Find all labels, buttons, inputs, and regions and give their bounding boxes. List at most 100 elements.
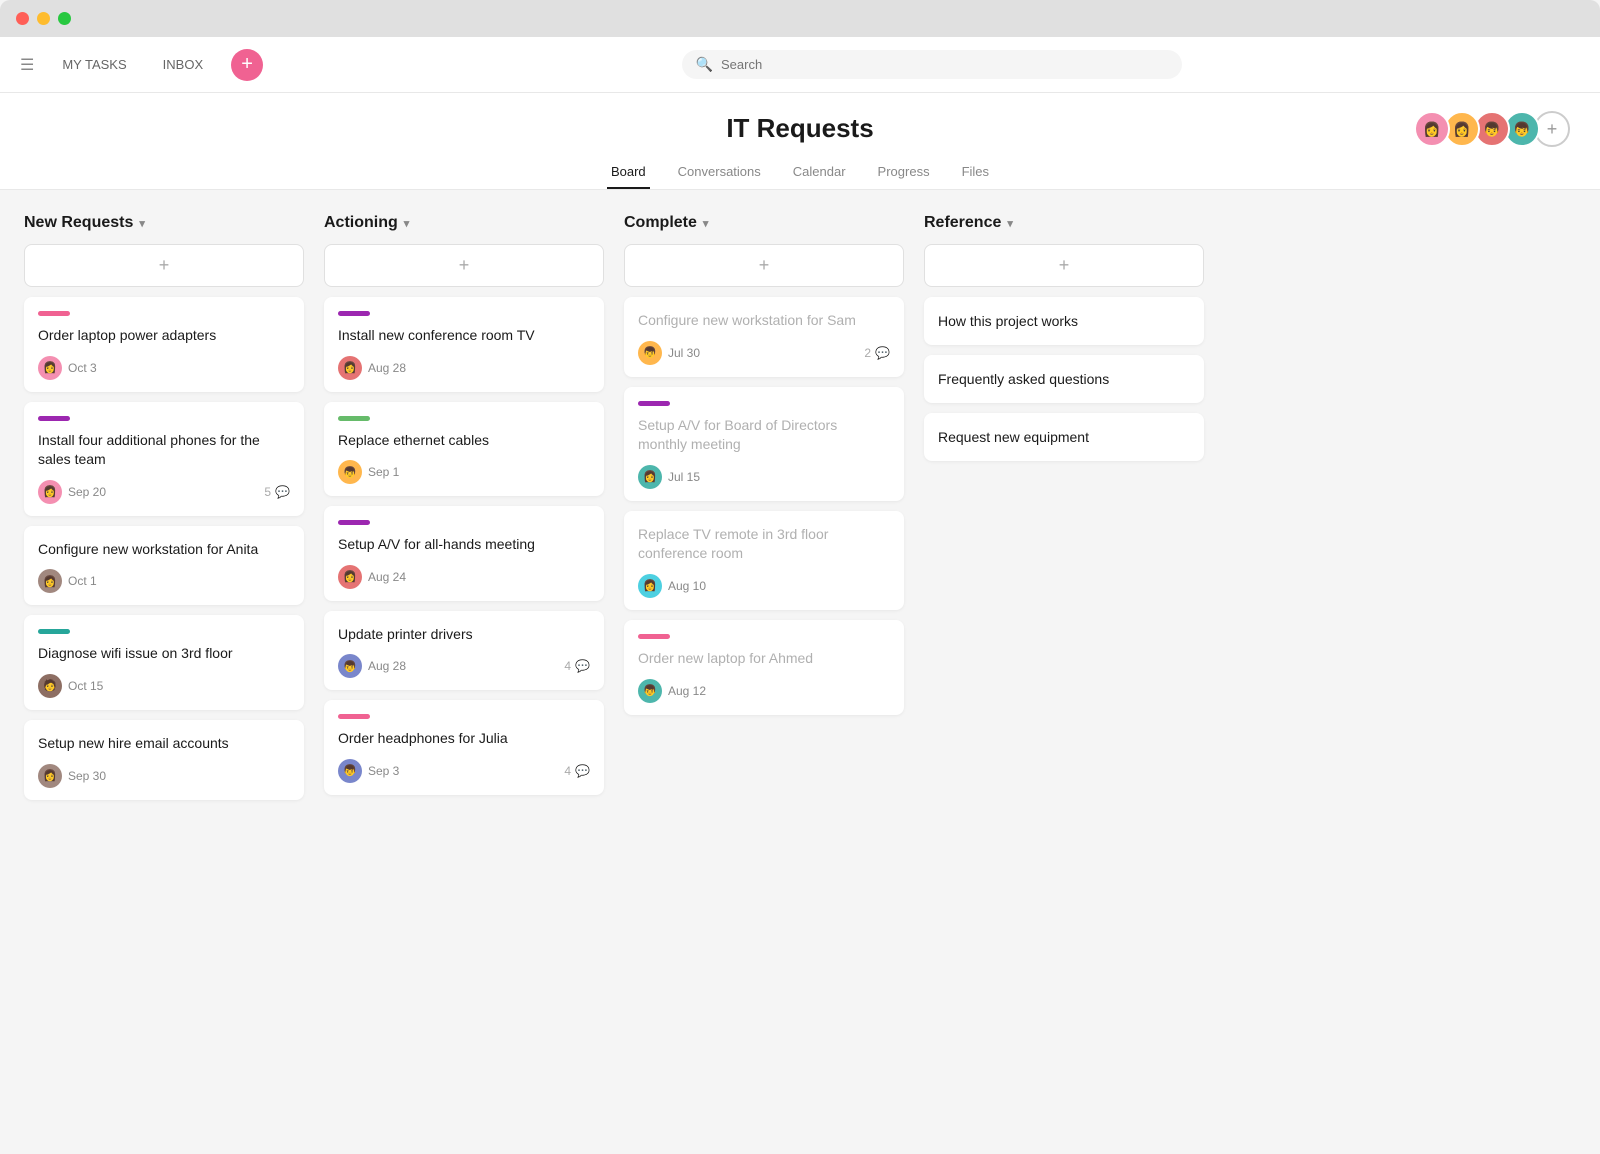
card-assignee: 👩 Aug 28 [338,356,406,380]
card-accent [338,311,370,316]
card-tv-remote[interactable]: Replace TV remote in 3rd floor conferenc… [624,511,904,610]
card-title: Install new conference room TV [338,326,590,346]
card-meta: 🧑 Oct 15 [38,674,290,698]
tab-progress[interactable]: Progress [874,156,934,189]
column-header-new-requests: New Requests ▾ [24,214,304,232]
comment-icon: 💬 [275,485,290,499]
card-comments: 2 💬 [864,346,890,360]
comment-icon: 💬 [875,346,890,360]
ref-card-title: How this project works [938,313,1190,329]
card-conference-tv[interactable]: Install new conference room TV 👩 Aug 28 [324,297,604,392]
avatar: 👩 [38,764,62,788]
card-meta: 👩 Sep 20 5 💬 [38,480,290,504]
tab-conversations[interactable]: Conversations [674,156,765,189]
add-task-button-reference[interactable]: + [924,244,1204,287]
add-button[interactable]: + [231,49,263,81]
avatar: 👩 [338,356,362,380]
card-date: Sep 3 [368,764,399,778]
card-assignee: 👦 Aug 28 [338,654,406,678]
card-printer-drivers[interactable]: Update printer drivers 👦 Aug 28 4 💬 [324,611,604,691]
card-date: Oct 15 [68,679,103,693]
ref-card-title: Request new equipment [938,429,1190,445]
card-meta: 👦 Sep 1 [338,460,590,484]
card-date: Aug 28 [368,361,406,375]
card-ethernet-cables[interactable]: Replace ethernet cables 👦 Sep 1 [324,402,604,497]
card-accent [338,520,370,525]
card-workstation-anita[interactable]: Configure new workstation for Anita 👩 Oc… [24,526,304,606]
card-comments: 4 💬 [564,764,590,778]
add-task-button-new-requests[interactable]: + [24,244,304,287]
card-meta: 👦 Sep 3 4 💬 [338,759,590,783]
card-title: Configure new workstation for Sam [638,311,890,331]
avatar: 👩 [38,480,62,504]
card-title: Configure new workstation for Anita [38,540,290,560]
avatar: 👦 [338,460,362,484]
window-chrome [0,0,1600,37]
avatar: 👦 [638,679,662,703]
avatar: 👦 [638,341,662,365]
add-task-button-complete[interactable]: + [624,244,904,287]
card-title: Replace TV remote in 3rd floor conferenc… [638,525,890,564]
avatar: 👦 [338,759,362,783]
card-accent [638,401,670,406]
avatar: 👦 [338,654,362,678]
tab-files[interactable]: Files [958,156,993,189]
ref-card-title: Frequently asked questions [938,371,1190,387]
hamburger-icon[interactable]: ☰ [20,55,34,75]
card-title: Order headphones for Julia [338,729,590,749]
project-tabs: Board Conversations Calendar Progress Fi… [0,156,1600,189]
ref-card-faq[interactable]: Frequently asked questions [924,355,1204,403]
card-comments: 5 💬 [264,485,290,499]
card-headphones-julia[interactable]: Order headphones for Julia 👦 Sep 3 4 💬 [324,700,604,795]
card-date: Oct 3 [68,361,97,375]
tab-board[interactable]: Board [607,156,650,189]
card-av-board[interactable]: Setup A/V for Board of Directors monthly… [624,387,904,501]
card-email-accounts[interactable]: Setup new hire email accounts 👩 Sep 30 [24,720,304,800]
card-workstation-sam[interactable]: Configure new workstation for Sam 👦 Jul … [624,297,904,377]
card-assignee: 👩 Aug 10 [638,574,706,598]
card-date: Oct 1 [68,574,97,588]
card-date: Jul 30 [668,346,700,360]
page-title: IT Requests [0,113,1600,144]
add-task-button-actioning[interactable]: + [324,244,604,287]
card-meta: 👩 Aug 24 [338,565,590,589]
card-date: Sep 1 [368,465,399,479]
card-accent [38,629,70,634]
card-laptop-ahmed[interactable]: Order new laptop for Ahmed 👦 Aug 12 [624,620,904,715]
my-tasks-nav[interactable]: MY TASKS [54,53,134,76]
card-order-laptop-adapters[interactable]: Order laptop power adapters 👩 Oct 3 [24,297,304,392]
maximize-icon[interactable] [58,12,71,25]
card-assignee: 👦 Sep 3 [338,759,399,783]
card-assignee: 👩 Sep 20 [38,480,106,504]
ref-card-request-equipment[interactable]: Request new equipment [924,413,1204,461]
card-assignee: 👩 Aug 24 [338,565,406,589]
close-icon[interactable] [16,12,29,25]
avatar: 👩 [1414,111,1450,147]
card-date: Aug 28 [368,659,406,673]
board: New Requests ▾ + Order laptop power adap… [0,190,1600,1154]
avatar: 👩 [638,465,662,489]
search-input[interactable] [721,57,1168,72]
column-title-actioning: Actioning ▾ [324,214,409,232]
card-assignee: 👦 Aug 12 [638,679,706,703]
minimize-icon[interactable] [37,12,50,25]
column-title-new-requests: New Requests ▾ [24,214,145,232]
column-actioning: Actioning ▾ + Install new conference roo… [324,214,604,805]
card-av-allhands[interactable]: Setup A/V for all-hands meeting 👩 Aug 24 [324,506,604,601]
card-wifi-issue[interactable]: Diagnose wifi issue on 3rd floor 🧑 Oct 1… [24,615,304,710]
card-accent [638,634,670,639]
avatar: 👩 [638,574,662,598]
card-assignee: 👩 Jul 15 [638,465,700,489]
members-bar: 👩 👩 👦 👦 + [1420,111,1570,147]
column-title-reference: Reference ▾ [924,214,1013,232]
column-title-complete: Complete ▾ [624,214,708,232]
ref-card-how-this-works[interactable]: How this project works [924,297,1204,345]
card-assignee: 🧑 Oct 15 [38,674,103,698]
card-date: Sep 30 [68,769,106,783]
tab-calendar[interactable]: Calendar [789,156,850,189]
card-meta: 👩 Sep 30 [38,764,290,788]
project-header: 👩 👩 👦 👦 + IT Requests Board Conversation… [0,93,1600,190]
inbox-nav[interactable]: INBOX [155,53,211,76]
card-install-phones[interactable]: Install four additional phones for the s… [24,402,304,516]
chevron-down-icon: ▾ [139,217,145,230]
